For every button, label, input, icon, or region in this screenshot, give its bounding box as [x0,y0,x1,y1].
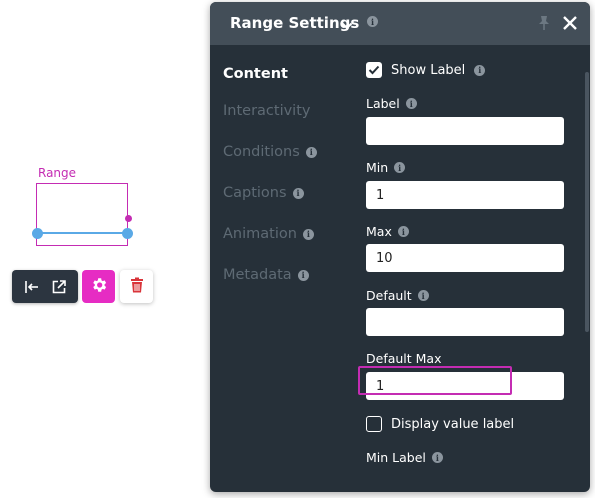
label-field-label-text: Label [366,96,400,111]
panel-title: Range Settings [230,14,360,32]
default-max-field-label: Default Max [366,351,442,366]
label-field-label: Label i [366,96,417,111]
default-input[interactable] [366,308,564,336]
open-external-icon[interactable] [49,277,69,297]
nav-item-metadata[interactable]: Metadata i [223,267,309,283]
info-icon[interactable]: i [431,452,443,463]
nav-item-captions[interactable]: Captions i [223,185,304,201]
show-label-text: Show Label [391,62,466,78]
nav-item-content[interactable]: Content [223,66,288,82]
display-value-label-text: Display value label [391,416,515,432]
settings-content: Show Label i Label i Min i Max i Default… [352,45,590,492]
resize-handle[interactable] [124,214,132,222]
settings-panel: Range Settings i Content Interactivity C… [210,2,590,492]
settings-button[interactable] [82,270,115,303]
info-icon[interactable]: i [474,64,486,76]
nav-item-label: Content [223,66,288,82]
stage: Range Range Settings i Content Interacti… [0,0,595,498]
min-label-field-label-text: Min Label [366,450,426,465]
range-track[interactable] [37,232,127,234]
pin-icon[interactable] [537,15,551,35]
max-field-label-text: Max [366,224,392,239]
nav-item-label: Interactivity [223,103,311,119]
close-icon[interactable] [561,14,579,36]
min-field-label: Min i [366,160,406,175]
label-input[interactable] [366,117,564,145]
content-scrollbar[interactable] [585,72,589,332]
min-label-field-label: Min Label i [366,450,443,465]
info-icon[interactable]: i [302,228,314,240]
info-icon[interactable]: i [405,98,417,109]
min-input[interactable] [366,181,564,209]
widget-label: Range [38,166,77,180]
nav-item-label: Captions [223,185,287,201]
delete-button[interactable] [120,270,153,303]
info-icon[interactable]: i [297,269,309,281]
align-left-icon[interactable] [22,277,42,297]
nav-item-animation[interactable]: Animation i [223,226,314,242]
trash-icon [130,277,144,297]
info-icon[interactable]: i [292,187,304,199]
range-thumb-min[interactable] [32,227,43,239]
default-max-field-label-text: Default Max [366,351,442,366]
info-icon[interactable]: i [417,290,429,301]
info-icon[interactable]: i [367,16,378,27]
gear-icon [90,276,108,298]
range-widget-bounds[interactable] [36,183,128,246]
panel-header: Range Settings i [210,2,590,45]
nav-item-interactivity[interactable]: Interactivity [223,103,310,119]
nav-item-label: Conditions [223,144,300,160]
max-input[interactable] [366,244,564,272]
default-field-label: Default i [366,288,429,303]
default-field-label-text: Default [366,288,412,303]
settings-nav: Content Interactivity Conditions i Capti… [210,45,352,492]
range-thumb-max[interactable] [122,227,133,239]
min-field-label-text: Min [366,160,389,175]
info-icon[interactable]: i [394,162,406,173]
info-icon[interactable]: i [305,146,317,158]
show-label-row[interactable]: Show Label i [366,62,486,78]
nav-item-label: Metadata [223,267,292,283]
nav-item-conditions[interactable]: Conditions i [223,144,317,160]
show-label-checkbox[interactable] [366,62,382,78]
display-value-label-row[interactable]: Display value label [366,416,514,432]
chevron-down-icon[interactable] [341,16,353,35]
info-icon[interactable]: i [397,226,409,237]
widget-toolbar [12,270,78,303]
highlight-outline [358,366,512,395]
max-field-label: Max i [366,224,409,239]
nav-item-label: Animation [223,226,297,242]
display-value-label-checkbox[interactable] [366,416,382,432]
